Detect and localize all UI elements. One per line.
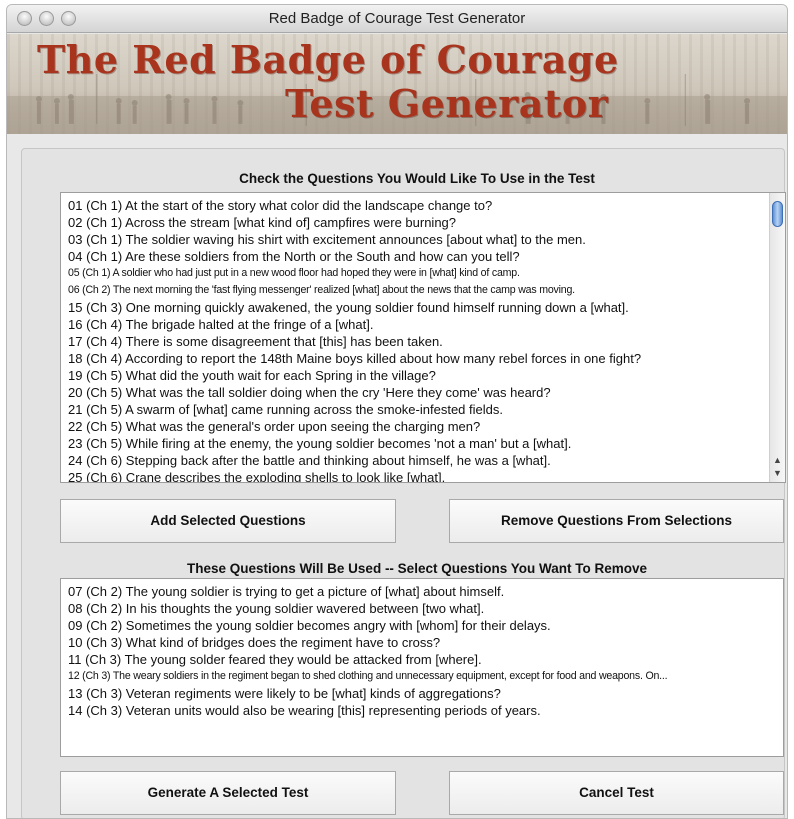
banner-title-line2: Test Generator [285, 81, 609, 126]
list-item[interactable]: 08 (Ch 2) In his thoughts the young sold… [68, 600, 783, 617]
list-item[interactable]: 11 (Ch 3) The young solder feared they w… [68, 651, 783, 668]
list-item[interactable]: 23 (Ch 5) While firing at the enemy, the… [68, 435, 769, 452]
vertical-scrollbar[interactable]: ▲ ▼ [769, 193, 785, 482]
list-item[interactable]: 12 (Ch 3) The weary soldiers in the regi… [68, 668, 783, 685]
list-item[interactable]: 06 (Ch 2) The next morning the 'fast fly… [68, 282, 769, 299]
list-item[interactable]: 03 (Ch 1) The soldier waving his shirt w… [68, 231, 769, 248]
list-item[interactable]: 01 (Ch 1) At the start of the story what… [68, 197, 769, 214]
list-item[interactable]: 19 (Ch 5) What did the youth wait for ea… [68, 367, 769, 384]
list-item[interactable]: 07 (Ch 2) The young soldier is trying to… [68, 583, 783, 600]
selected-questions-label: These Questions Will Be Used -- Select Q… [187, 561, 647, 576]
scroll-up-icon[interactable]: ▲ [770, 454, 785, 467]
list-item[interactable]: 24 (Ch 6) Stepping back after the battle… [68, 452, 769, 469]
list-item[interactable]: 13 (Ch 3) Veteran regiments were likely … [68, 685, 783, 702]
list-item[interactable]: 25 (Ch 6) Crane describes the exploding … [68, 469, 769, 482]
generate-test-button[interactable]: Generate A Selected Test [60, 771, 396, 815]
scroll-thumb[interactable] [772, 201, 783, 227]
list-item[interactable]: 17 (Ch 4) There is some disagreement tha… [68, 333, 769, 350]
available-questions-list[interactable]: 01 (Ch 1) At the start of the story what… [60, 192, 786, 483]
list-item[interactable]: 21 (Ch 5) A swarm of [what] came running… [68, 401, 769, 418]
available-questions-label: Check the Questions You Would Like To Us… [239, 171, 595, 186]
title-bar: Red Badge of Courage Test Generator [7, 5, 787, 33]
selected-questions-list[interactable]: 07 (Ch 2) The young soldier is trying to… [60, 578, 784, 757]
list-item[interactable]: 09 (Ch 2) Sometimes the young soldier be… [68, 617, 783, 634]
main-panel: Check the Questions You Would Like To Us… [21, 148, 786, 818]
list-item[interactable]: 20 (Ch 5) What was the tall soldier doin… [68, 384, 769, 401]
list-item[interactable]: 02 (Ch 1) Across the stream [what kind o… [68, 214, 769, 231]
app-window: Red Badge of Courage Test Generator The … [6, 4, 788, 819]
list-item[interactable]: 04 (Ch 1) Are these soldiers from the No… [68, 248, 769, 265]
list-item[interactable]: 14 (Ch 3) Veteran units would also be we… [68, 702, 783, 719]
list-item[interactable]: 10 (Ch 3) What kind of bridges does the … [68, 634, 783, 651]
add-selected-questions-button[interactable]: Add Selected Questions [60, 499, 396, 543]
list-item[interactable]: 16 (Ch 4) The brigade halted at the frin… [68, 316, 769, 333]
list-item[interactable]: 18 (Ch 4) According to report the 148th … [68, 350, 769, 367]
cancel-test-button[interactable]: Cancel Test [449, 771, 784, 815]
list-item[interactable]: 05 (Ch 1) A soldier who had just put in … [68, 265, 769, 282]
remove-questions-button[interactable]: Remove Questions From Selections [449, 499, 784, 543]
header-banner: The Red Badge of Courage Test Generator [7, 34, 787, 134]
scroll-down-icon[interactable]: ▼ [770, 467, 785, 480]
banner-title-line1: The Red Badge of Courage [37, 37, 619, 82]
list-item[interactable]: 15 (Ch 3) One morning quickly awakened, … [68, 299, 769, 316]
window-title: Red Badge of Courage Test Generator [268, 10, 526, 27]
list-item[interactable]: 22 (Ch 5) What was the general's order u… [68, 418, 769, 435]
